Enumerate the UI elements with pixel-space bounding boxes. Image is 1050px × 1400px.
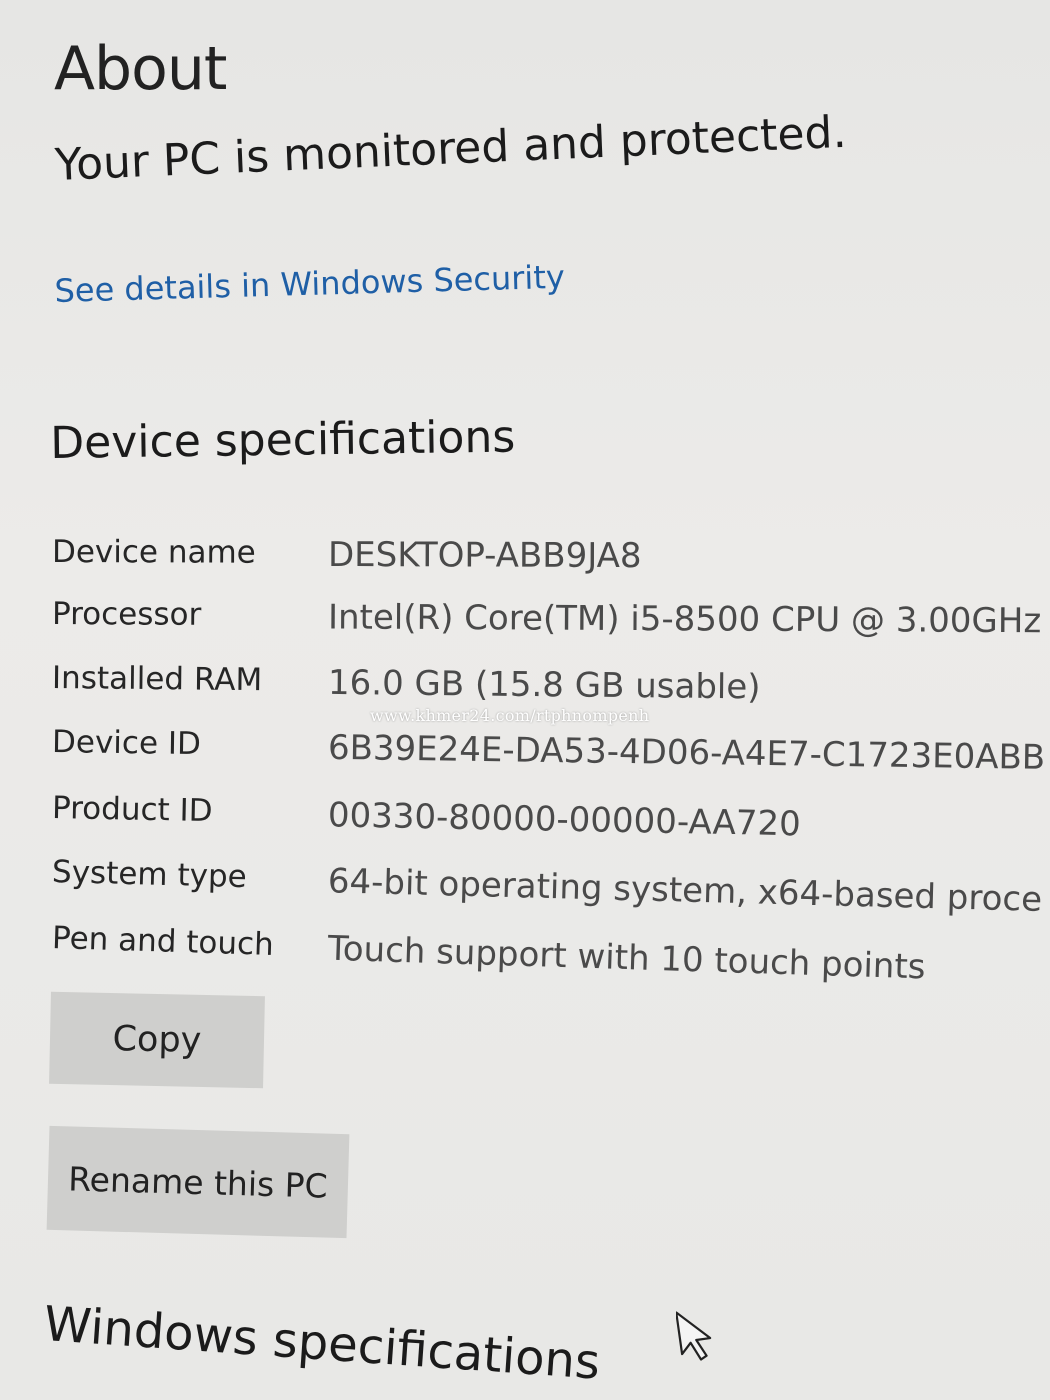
spec-label: Pen and touch (51, 920, 275, 963)
spec-row-product-id: Product ID 00330-80000-00000-AA720 (52, 790, 801, 844)
settings-about-page: About Your PC is monitored and protected… (0, 0, 1050, 1400)
spec-label: Product ID (51, 790, 213, 830)
copy-button[interactable]: Copy (49, 991, 265, 1089)
spec-row-system-type: System type 64-bit operating system, x64… (51, 854, 1043, 920)
spec-value: 64-bit operating system, x64-based proce (327, 861, 1043, 920)
mouse-pointer-icon (676, 1311, 712, 1361)
windows-specifications-heading: Windows specifications (42, 1296, 602, 1391)
spec-label: Processor (51, 596, 202, 633)
spec-label: Device name (51, 534, 256, 571)
page-title: About (54, 34, 227, 104)
spec-value: 6B39E24E-DA53-4D06-A4E7-C1723E0ABB (327, 727, 1046, 778)
spec-row-pen-and-touch: Pen and touch Touch support with 10 touc… (51, 920, 926, 987)
spec-value: 00330-80000-00000-AA720 (327, 795, 802, 845)
windows-security-link[interactable]: See details in Windows Security (54, 258, 565, 310)
spec-value: 16.0 GB (15.8 GB usable) (327, 662, 761, 708)
spec-label: Device ID (51, 724, 202, 763)
spec-label: System type (51, 854, 248, 896)
spec-label: Installed RAM (51, 660, 263, 699)
protection-status-heading: Your PC is monitored and protected. (54, 106, 848, 191)
spec-value: Intel(R) Core(TM) i5-8500 CPU @ 3.00GHz (327, 597, 1042, 642)
device-specifications-heading: Device specifications (50, 411, 516, 469)
rename-pc-button[interactable]: Rename this PC (46, 1125, 350, 1239)
spec-value: Touch support with 10 touch points (327, 928, 927, 988)
watermark: www.khmer24.com/rtphnompenh (370, 706, 650, 725)
spec-value: DESKTOP-ABB9JA8 (327, 534, 642, 577)
spec-row-device-id: Device ID 6B39E24E-DA53-4D06-A4E7-C1723E… (52, 724, 1046, 778)
